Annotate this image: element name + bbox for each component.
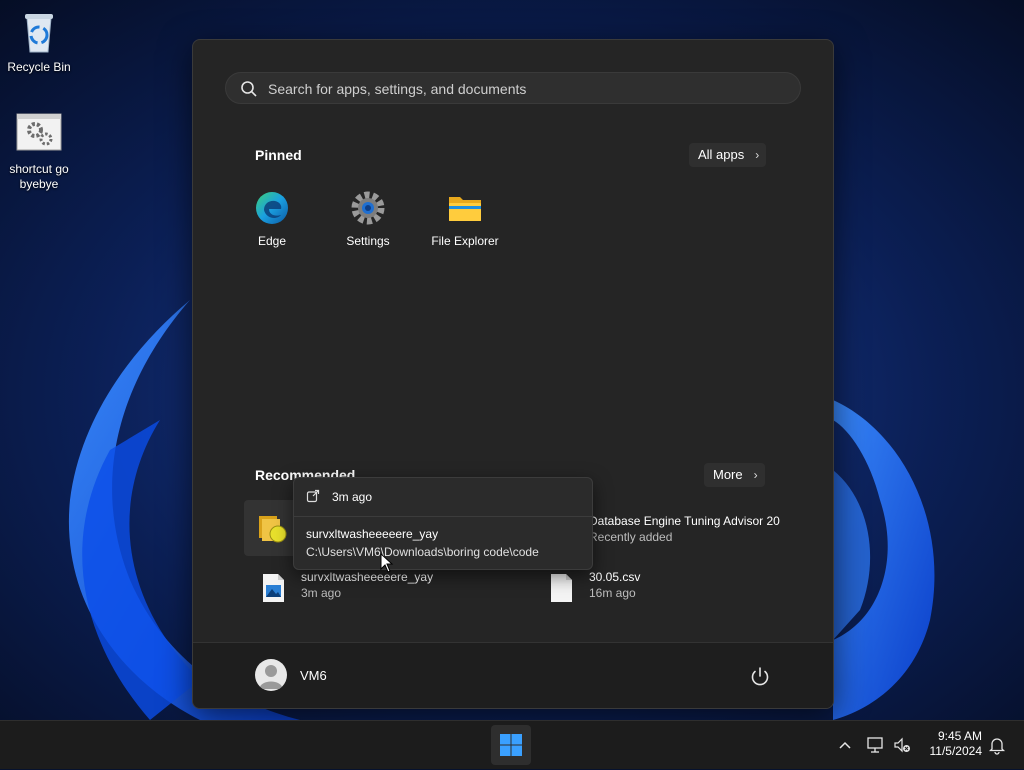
more-button[interactable]: More › bbox=[704, 463, 765, 487]
chevron-up-icon bbox=[839, 741, 851, 749]
user-name: VM6 bbox=[300, 668, 327, 683]
tooltip-file-name: survxltwasheeeeere_yay bbox=[306, 527, 439, 541]
recycle-bin-icon bbox=[15, 8, 63, 56]
network-disconnected-icon bbox=[867, 737, 883, 753]
recommended-item-name: Database Engine Tuning Advisor 20 bbox=[589, 514, 780, 528]
tooltip-file-path: C:\Users\VM6\Downloads\boring code\code bbox=[306, 545, 539, 559]
chevron-right-icon: › bbox=[755, 148, 760, 162]
open-external-icon bbox=[306, 489, 320, 508]
user-account-button[interactable]: VM6 bbox=[255, 659, 375, 693]
clock-date: 11/5/2024 bbox=[929, 744, 983, 758]
edge-icon bbox=[254, 190, 290, 226]
volume-button[interactable] bbox=[892, 735, 912, 755]
mouse-cursor-icon bbox=[380, 553, 394, 573]
search-icon bbox=[240, 80, 258, 103]
recommended-item-name: survxltwasheeeeere_yay bbox=[301, 570, 434, 584]
taskbar: 9:45 AM 11/5/2024 bbox=[0, 720, 1024, 769]
notifications-button[interactable] bbox=[987, 735, 1007, 755]
power-button[interactable] bbox=[746, 663, 774, 691]
pinned-app-settings[interactable]: Settings bbox=[320, 190, 416, 248]
pinned-title: Pinned bbox=[255, 147, 302, 163]
speaker-muted-icon bbox=[894, 737, 910, 753]
pinned-app-file-explorer[interactable]: File Explorer bbox=[417, 190, 513, 248]
recommended-hover-tooltip: 3m ago survxltwasheeeeere_yay C:\Users\V… bbox=[293, 477, 593, 570]
pinned-app-edge[interactable]: Edge bbox=[224, 190, 320, 248]
settings-gear-icon bbox=[350, 190, 386, 226]
recommended-item-name: 30.05.csv bbox=[589, 570, 641, 584]
more-label: More bbox=[713, 467, 743, 482]
bell-icon bbox=[988, 738, 1006, 755]
tooltip-time: 3m ago bbox=[332, 490, 373, 504]
start-menu-footer: VM6 bbox=[193, 642, 833, 708]
start-button[interactable] bbox=[491, 725, 531, 765]
taskbar-clock[interactable]: 9:45 AM 11/5/2024 bbox=[930, 729, 983, 759]
start-search-box[interactable]: Search for apps, settings, and documents bbox=[225, 72, 801, 104]
desktop-icon-label: Recycle Bin bbox=[7, 60, 71, 74]
all-apps-label: All apps bbox=[698, 147, 745, 162]
desktop-icon-label: shortcut go byebye bbox=[9, 162, 69, 191]
avatar bbox=[255, 659, 287, 691]
recommended-item-subtitle: Recently added bbox=[589, 530, 673, 544]
network-status-button[interactable] bbox=[866, 735, 886, 755]
power-icon bbox=[751, 667, 769, 686]
tooltip-divider bbox=[294, 516, 592, 517]
recommended-item[interactable]: 30.05.csv 16m ago bbox=[533, 564, 813, 612]
show-hidden-icons-button[interactable] bbox=[836, 735, 854, 755]
csv-file-icon bbox=[545, 572, 577, 604]
clock-time: 9:45 AM bbox=[937, 729, 982, 743]
windows-logo-icon bbox=[500, 734, 522, 756]
pinned-app-label: File Explorer bbox=[431, 234, 499, 248]
desktop-icon-recycle-bin[interactable]: Recycle Bin bbox=[1, 8, 77, 75]
package-folder-icon bbox=[256, 512, 288, 544]
all-apps-button[interactable]: All apps › bbox=[689, 143, 767, 167]
folder-icon bbox=[447, 190, 483, 226]
desktop-icon-shortcut[interactable]: shortcut go byebye bbox=[1, 110, 77, 192]
pinned-app-label: Settings bbox=[346, 234, 390, 248]
search-placeholder: Search for apps, settings, and documents bbox=[268, 81, 527, 97]
image-file-icon bbox=[257, 572, 289, 604]
pinned-app-label: Edge bbox=[257, 234, 287, 248]
chevron-right-icon: › bbox=[753, 468, 758, 482]
recommended-item-subtitle: 3m ago bbox=[301, 586, 342, 600]
start-menu: Search for apps, settings, and documents… bbox=[192, 39, 834, 709]
shortcut-gear-icon bbox=[15, 110, 63, 158]
recommended-item-subtitle: 16m ago bbox=[589, 586, 636, 600]
